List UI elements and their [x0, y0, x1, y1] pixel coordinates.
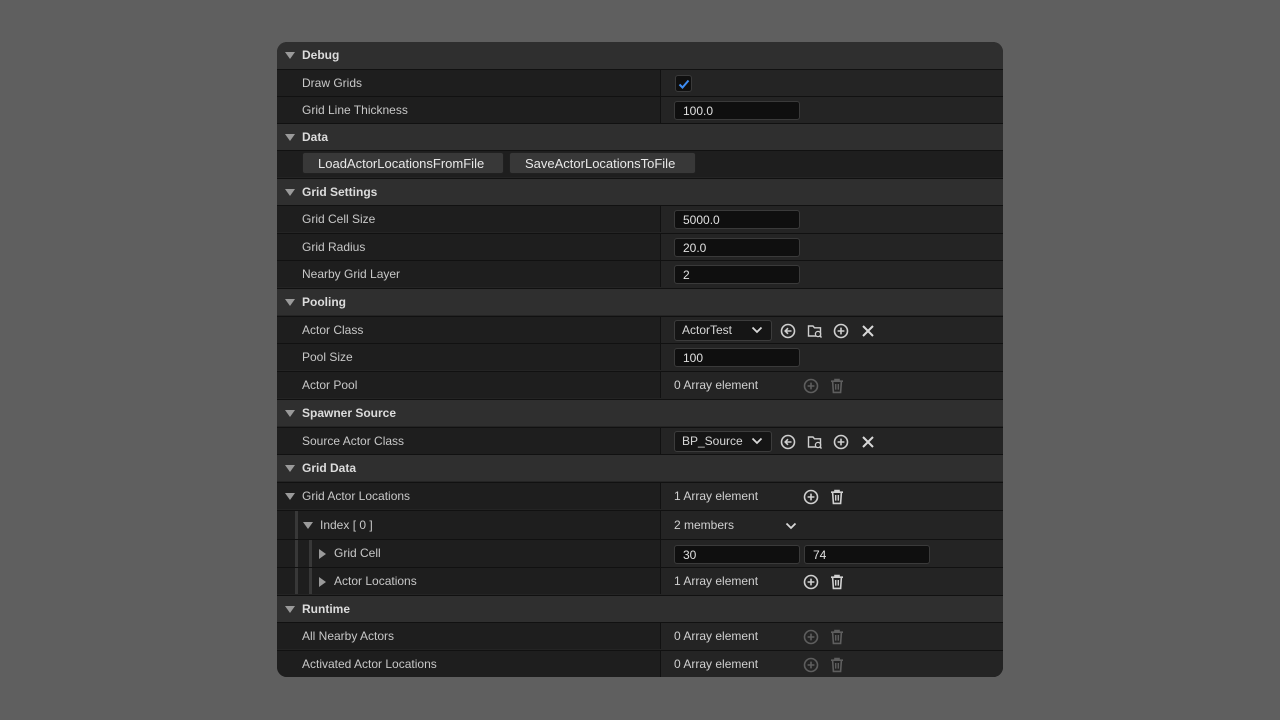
source-actor-class-value: BP_Source: [682, 434, 743, 448]
property-row-nearby-grid-layer: Nearby Grid Layer 2: [277, 260, 1003, 287]
trash-icon[interactable]: [829, 489, 845, 505]
caret-down-icon: [285, 410, 295, 417]
category-spawner-source[interactable]: Spawner Source: [277, 399, 1003, 426]
property-label: Grid Cell: [334, 546, 381, 560]
property-label: Actor Pool: [302, 378, 358, 392]
category-grid-settings[interactable]: Grid Settings: [277, 178, 1003, 205]
chevron-down-icon: [751, 437, 763, 445]
details-panel: Debug Draw Grids Grid Line Thickness 100…: [277, 42, 1003, 677]
property-label: All Nearby Actors: [302, 629, 395, 643]
property-row-grid-line-thickness: Grid Line Thickness 100.0: [277, 96, 1003, 123]
grid-radius-input[interactable]: 20.0: [674, 238, 800, 257]
category-label: Grid Settings: [302, 185, 378, 199]
property-label: Pool Size: [302, 350, 353, 364]
property-label: Grid Actor Locations: [302, 489, 411, 503]
property-label: Source Actor Class: [302, 434, 405, 448]
source-actor-class-dropdown[interactable]: BP_Source: [674, 431, 772, 452]
trash-icon[interactable]: [829, 657, 845, 673]
browse-back-icon[interactable]: [780, 323, 796, 339]
add-circle-icon[interactable]: [803, 574, 819, 590]
add-circle-icon[interactable]: [803, 629, 819, 645]
data-buttons-row: LoadActorLocationsFromFile SaveActorLoca…: [277, 150, 1003, 177]
save-actor-locations-button[interactable]: SaveActorLocationsToFile: [509, 152, 696, 174]
add-circle-icon[interactable]: [803, 489, 819, 505]
property-row-all-nearby-actors: All Nearby Actors 0 Array element: [277, 622, 1003, 649]
grid-cell-x-input[interactable]: 30: [674, 545, 800, 564]
caret-down-icon: [285, 465, 295, 472]
category-label: Data: [302, 130, 329, 144]
property-row-activated-actor-locations: Activated Actor Locations 0 Array elemen…: [277, 650, 1003, 677]
add-circle-icon[interactable]: [803, 657, 819, 673]
property-label: Draw Grids: [302, 76, 363, 90]
category-debug[interactable]: Debug: [277, 42, 1003, 69]
property-label: Grid Cell Size: [302, 212, 376, 226]
property-row-actor-locations: Actor Locations 1 Array element: [277, 567, 1003, 594]
category-label: Grid Data: [302, 461, 357, 475]
property-label: Actor Class: [302, 323, 364, 337]
trash-icon[interactable]: [829, 378, 845, 394]
property-row-pool-size: Pool Size 100: [277, 343, 1003, 370]
property-row-grid-radius: Grid Radius 20.0: [277, 233, 1003, 260]
property-label: Activated Actor Locations: [302, 657, 437, 671]
load-actor-locations-button[interactable]: LoadActorLocationsFromFile: [302, 152, 504, 174]
caret-down-icon: [285, 189, 295, 196]
draw-grids-checkbox[interactable]: [675, 75, 692, 92]
caret-down-icon[interactable]: [285, 493, 295, 500]
property-row-source-actor-class: Source Actor Class BP_Source: [277, 427, 1003, 454]
category-label: Pooling: [302, 295, 346, 309]
array-count: 0 Array element: [674, 657, 759, 671]
browse-folder-icon[interactable]: [807, 323, 823, 339]
property-label: Grid Radius: [302, 240, 366, 254]
category-label: Debug: [302, 48, 340, 62]
property-row-actor-class: Actor Class ActorTest: [277, 316, 1003, 343]
caret-down-icon[interactable]: [303, 522, 313, 529]
array-count: 1 Array element: [674, 489, 759, 503]
members-count: 2 members: [674, 518, 735, 532]
clear-x-icon[interactable]: [860, 434, 876, 450]
caret-down-icon: [285, 134, 295, 141]
category-pooling[interactable]: Pooling: [277, 288, 1003, 315]
browse-folder-icon[interactable]: [807, 434, 823, 450]
caret-down-icon: [285, 299, 295, 306]
index-label: Index [ 0 ]: [320, 518, 373, 532]
caret-right-icon[interactable]: [319, 549, 326, 559]
nearby-grid-layer-input[interactable]: 2: [674, 265, 800, 284]
chevron-down-icon[interactable]: [785, 522, 797, 530]
caret-right-icon[interactable]: [319, 577, 326, 587]
property-label: Actor Locations: [334, 574, 417, 588]
add-circle-icon[interactable]: [803, 378, 819, 394]
property-row-index-0: Index [ 0 ] 2 members: [277, 510, 1003, 539]
category-label: Runtime: [302, 602, 350, 616]
trash-icon[interactable]: [829, 574, 845, 590]
actor-class-dropdown[interactable]: ActorTest: [674, 320, 772, 341]
caret-down-icon: [285, 52, 295, 59]
array-count: 1 Array element: [674, 574, 759, 588]
category-data[interactable]: Data: [277, 123, 1003, 150]
category-label: Spawner Source: [302, 406, 397, 420]
pool-size-input[interactable]: 100: [674, 348, 800, 367]
grid-cell-y-input[interactable]: 74: [804, 545, 930, 564]
property-label: Grid Line Thickness: [302, 103, 408, 117]
trash-icon[interactable]: [829, 629, 845, 645]
clear-x-icon[interactable]: [860, 323, 876, 339]
property-row-grid-cell: Grid Cell 30 74: [277, 539, 1003, 567]
browse-back-icon[interactable]: [780, 434, 796, 450]
category-grid-data[interactable]: Grid Data: [277, 454, 1003, 481]
add-circle-icon[interactable]: [833, 323, 849, 339]
array-count: 0 Array element: [674, 378, 759, 392]
array-count: 0 Array element: [674, 629, 759, 643]
property-row-draw-grids: Draw Grids: [277, 69, 1003, 96]
property-row-actor-pool: Actor Pool 0 Array element: [277, 371, 1003, 398]
property-row-grid-actor-locations: Grid Actor Locations 1 Array element: [277, 482, 1003, 509]
caret-down-icon: [285, 606, 295, 613]
grid-cell-size-input[interactable]: 5000.0: [674, 210, 800, 229]
add-circle-icon[interactable]: [833, 434, 849, 450]
category-runtime[interactable]: Runtime: [277, 595, 1003, 622]
property-row-grid-cell-size: Grid Cell Size 5000.0: [277, 205, 1003, 232]
actor-class-value: ActorTest: [682, 323, 733, 337]
checkmark-icon: [678, 79, 690, 89]
chevron-down-icon: [751, 326, 763, 334]
grid-line-thickness-input[interactable]: 100.0: [674, 101, 800, 120]
property-label: Nearby Grid Layer: [302, 267, 401, 281]
